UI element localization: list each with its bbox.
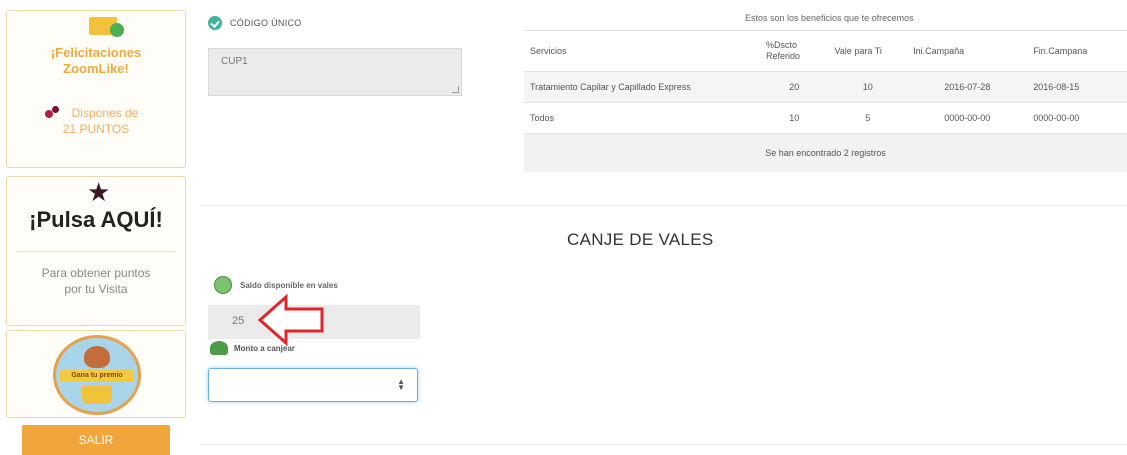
coins-icon — [214, 276, 232, 294]
points-card: ¡Felicitaciones ZoomLike! Dispones de 21… — [6, 10, 186, 168]
col-header-dscto: %Dscto Referido — [760, 30, 829, 72]
mascot-icon — [84, 346, 110, 368]
wallet-icon — [89, 17, 124, 37]
pulsa-card[interactable]: ★ ¡Pulsa AQUÍ! Para obtener puntos por t… — [6, 176, 186, 326]
congrats-text: ¡Felicitaciones ZoomLike! — [7, 45, 185, 77]
select-arrows-icon[interactable]: ▲ ▼ — [397, 378, 405, 392]
col-header-fin: Fin.Campana — [1027, 30, 1127, 72]
table-row: Tratamiento Capilar y Capillado Express … — [524, 71, 1127, 103]
pulsa-sub-line-2: por tu Visita — [64, 282, 128, 296]
cell-vale: 10 — [828, 71, 908, 103]
cell-dscto: 20 — [760, 71, 829, 103]
money-icon — [210, 341, 228, 355]
congrats-line-1: ¡Felicitaciones — [50, 45, 142, 60]
col-header-ini: Ini.Campaña — [907, 30, 1028, 72]
monto-label: Monto a canjear — [234, 344, 295, 353]
codigo-textarea[interactable]: CUP1 — [208, 48, 462, 96]
saldo-label: Saldo disponible en vales — [240, 281, 338, 290]
table-footer: Se han encontrado 2 registros — [524, 133, 1127, 172]
salir-button[interactable]: SALIR — [22, 425, 170, 455]
trophy-icon — [82, 386, 112, 404]
canje-title: CANJE DE VALES — [567, 230, 714, 249]
section-divider — [200, 444, 1127, 445]
cell-fin: 2016-08-15 — [1027, 71, 1127, 103]
codigo-label: CÓDIGO ÚNICO — [230, 18, 302, 28]
star-icon: ★ — [87, 177, 111, 207]
col-header-servicios: Servicios — [524, 30, 760, 72]
badge-ribbon: Gana tu premio — [60, 370, 134, 382]
benefits-caption: Estos son los beneficios que te ofrecemo… — [745, 13, 914, 23]
red-arrow-icon — [258, 294, 324, 346]
pulsa-sub-line-1: Para obtener puntos — [41, 266, 151, 280]
pulsa-subtitle: Para obtener puntos por tu Visita — [7, 265, 185, 297]
congrats-line-2: ZoomLike! — [63, 61, 129, 76]
section-divider — [200, 205, 1127, 206]
points-line-2: 21 PUNTOS — [62, 122, 130, 136]
cell-ini: 0000-00-00 — [907, 102, 1028, 134]
table-header-row: Servicios %Dscto Referido Vale para Ti I… — [524, 30, 1127, 72]
col-header-vale: Vale para Ti — [828, 30, 908, 72]
cell-dscto: 10 — [760, 102, 829, 134]
cell-vale: 5 — [828, 102, 908, 134]
cell-ini: 2016-07-28 — [907, 71, 1028, 103]
cell-fin: 0000-00-00 — [1027, 102, 1127, 134]
resize-grip-icon[interactable] — [452, 86, 459, 93]
saldo-value: 25 — [232, 315, 245, 327]
table-row: Todos 10 5 0000-00-00 0000-00-00 — [524, 102, 1127, 134]
divider — [17, 251, 175, 252]
cell-servicio: Todos — [524, 102, 760, 134]
points-text: Dispones de 21 PUNTOS — [7, 105, 185, 137]
monto-select[interactable]: ▲ ▼ — [208, 368, 418, 402]
prize-badge-logo[interactable]: Gana tu premio — [53, 335, 141, 415]
pulsa-title[interactable]: ¡Pulsa AQUÍ! — [7, 207, 185, 233]
check-circle-icon — [208, 16, 222, 30]
codigo-value: CUP1 — [221, 56, 248, 67]
points-line-1: Dispones de — [71, 106, 139, 120]
cell-servicio: Tratamiento Capilar y Capillado Express — [524, 71, 760, 103]
prize-card[interactable]: Gana tu premio — [6, 330, 186, 418]
table-footer-row: Se han encontrado 2 registros — [524, 133, 1127, 172]
benefits-table: Servicios %Dscto Referido Vale para Ti I… — [524, 30, 1127, 172]
